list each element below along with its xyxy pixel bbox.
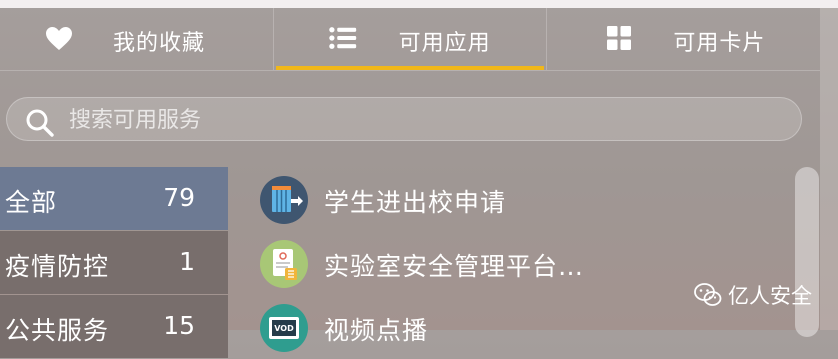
category-count: 15 <box>163 311 195 340</box>
app-name: 学生进出校申请 <box>324 188 507 217</box>
tab-bar: 我的收藏 可用应用 可用卡片 <box>0 8 820 71</box>
gate-icon <box>260 176 308 224</box>
category-item-all[interactable]: 全部 79 <box>0 167 228 230</box>
category-name: 疫情防控 <box>5 252 110 281</box>
tab-available-cards-label: 可用卡片 <box>673 31 766 56</box>
app-item[interactable]: 学生进出校申请 <box>258 167 798 231</box>
category-name: 全部 <box>5 188 58 217</box>
app-list: 学生进出校申请 实验室安全管理平台… VOD 视频点播 <box>258 167 798 359</box>
grid-icon <box>607 26 632 50</box>
wechat-icon <box>694 283 722 306</box>
scrollbar[interactable] <box>795 167 819 337</box>
category-count: 79 <box>163 183 195 212</box>
tab-available-apps-label: 可用应用 <box>398 31 491 56</box>
svg-text:VOD: VOD <box>274 324 294 333</box>
window-top-strip <box>0 0 838 8</box>
category-item-public-service[interactable]: 公共服务 15 <box>0 295 228 358</box>
tab-available-cards[interactable]: 可用卡片 <box>546 8 820 70</box>
search-input[interactable] <box>67 102 771 138</box>
app-name: 实验室安全管理平台… <box>324 252 585 281</box>
category-name: 公共服务 <box>5 316 110 345</box>
app-name: 视频点播 <box>324 316 429 345</box>
heart-icon <box>46 27 72 50</box>
search-icon <box>26 109 54 137</box>
lab-document-icon <box>260 240 308 288</box>
search-bar[interactable] <box>6 97 802 141</box>
tab-favorites[interactable]: 我的收藏 <box>0 8 273 70</box>
list-icon <box>328 27 356 49</box>
category-count: 1 <box>179 247 195 276</box>
category-item-epidemic[interactable]: 疫情防控 1 <box>0 231 228 294</box>
category-list: 全部 79 疫情防控 1 公共服务 15 <box>0 167 228 359</box>
tab-favorites-label: 我的收藏 <box>113 31 206 56</box>
vod-icon: VOD <box>260 304 308 352</box>
window-right-edge <box>820 8 838 330</box>
tab-available-apps[interactable]: 可用应用 <box>272 8 547 70</box>
watermark-text: 亿人安全 <box>728 284 812 308</box>
watermark: 亿人安全 <box>694 280 812 310</box>
active-tab-indicator <box>275 66 545 70</box>
